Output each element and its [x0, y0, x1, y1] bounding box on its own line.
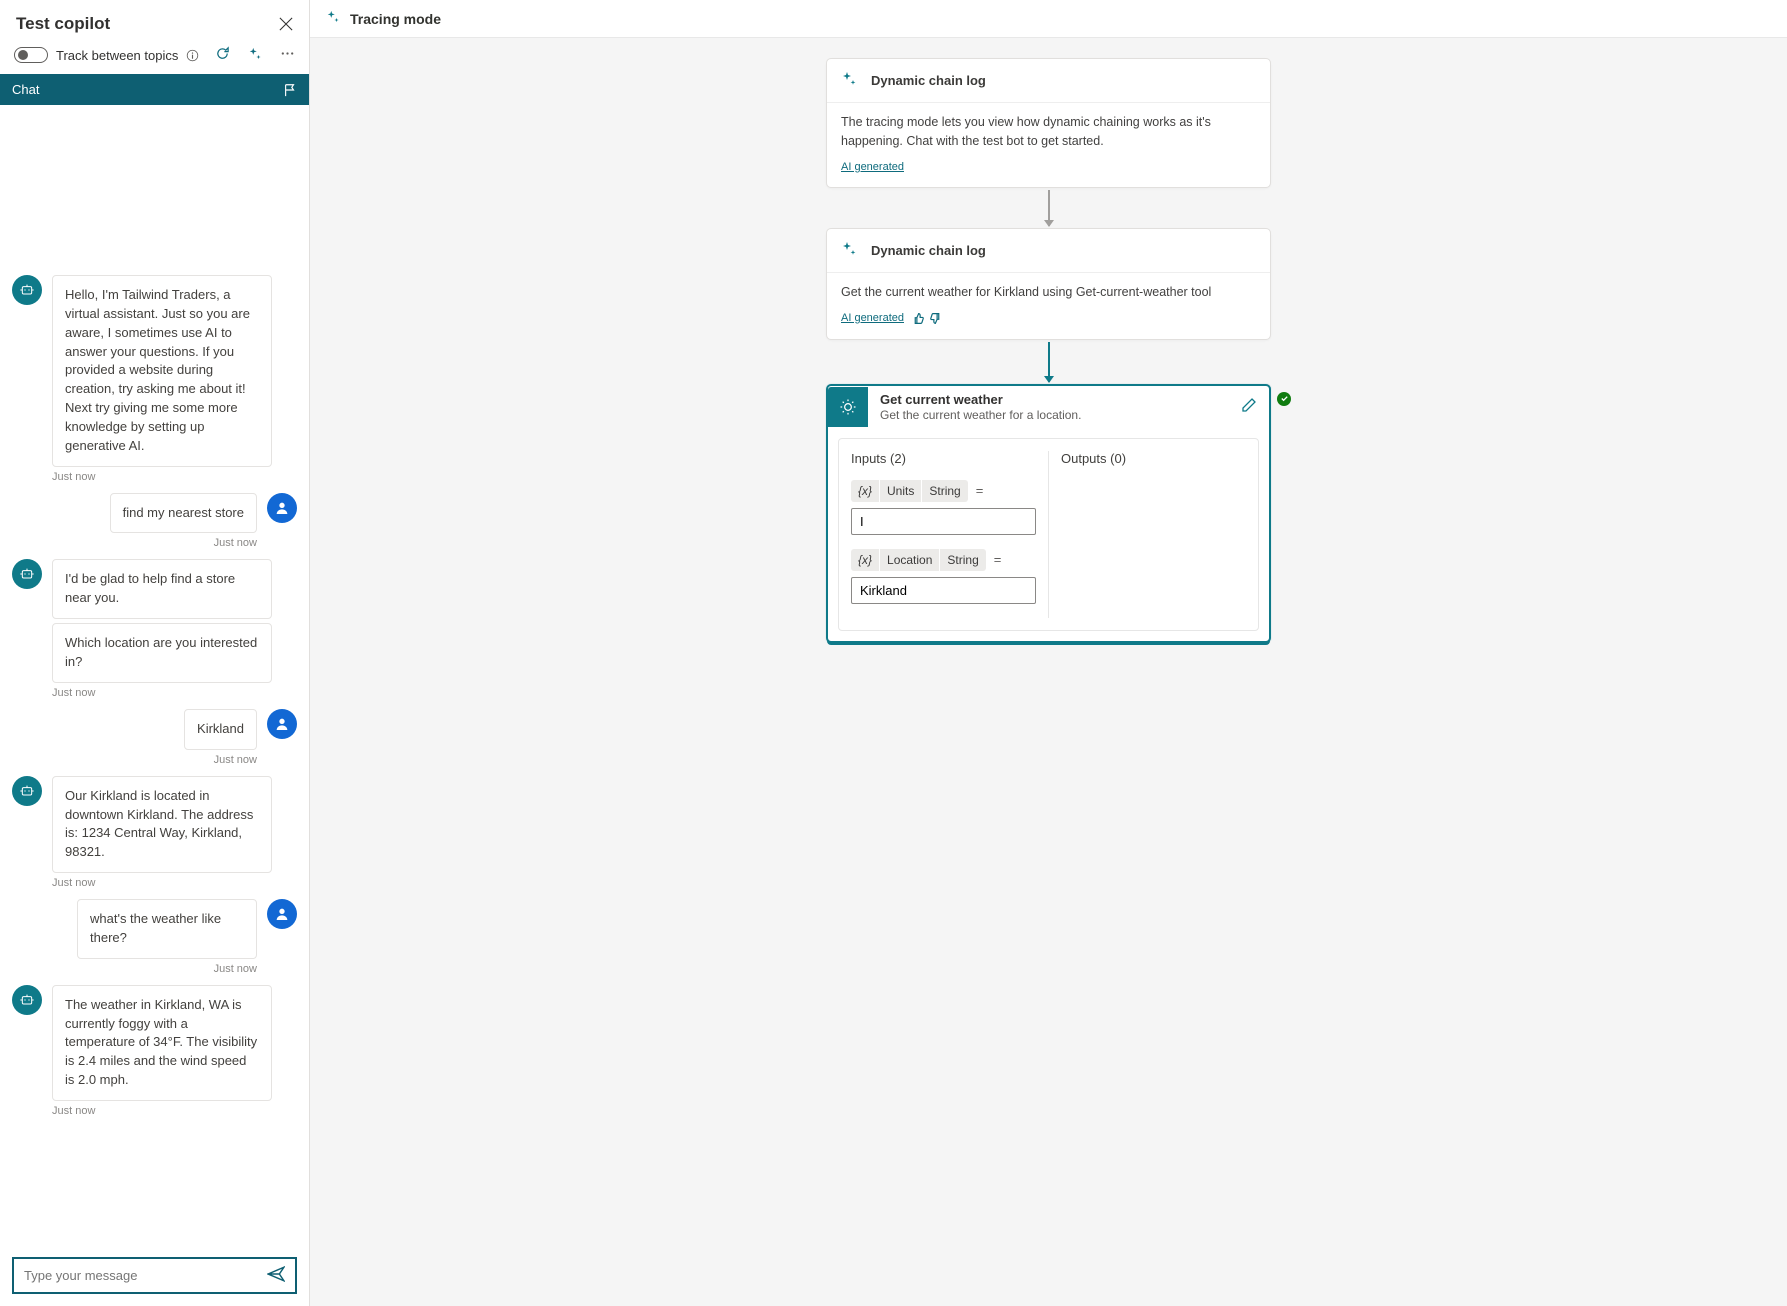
- tool-title: Get current weather: [880, 392, 1229, 407]
- chat-messages: Hello, I'm Tailwind Traders, a virtual a…: [12, 275, 297, 1127]
- info-icon[interactable]: [186, 49, 199, 62]
- bot-message: I'd be glad to help find a store near yo…: [52, 559, 272, 619]
- outputs-column: Outputs (0): [1061, 451, 1246, 618]
- bot-avatar-icon: [12, 559, 42, 589]
- param-var-icon: {x}: [851, 480, 880, 502]
- bot-message-row: The weather in Kirkland, WA is currently…: [12, 985, 297, 1101]
- user-message: what's the weather like there?: [77, 899, 257, 959]
- node-title: Dynamic chain log: [871, 243, 986, 258]
- user-avatar-icon: [267, 709, 297, 739]
- bot-message: Which location are you interested in?: [52, 623, 272, 683]
- check-badge-icon: [1277, 392, 1291, 406]
- outputs-label: Outputs (0): [1061, 451, 1246, 466]
- bot-message: Our Kirkland is located in downtown Kirk…: [52, 776, 272, 873]
- thumbs-down-icon[interactable]: [929, 312, 942, 325]
- sparkle-icon[interactable]: [248, 47, 262, 64]
- inputs-column: Inputs (2) {x}UnitsString={x}LocationStr…: [851, 451, 1036, 618]
- tracing-title: Tracing mode: [350, 11, 441, 27]
- track-topics-toggle[interactable]: [14, 47, 48, 63]
- ai-generated-link[interactable]: AI generated: [841, 159, 904, 176]
- sparkle-icon: [841, 241, 857, 260]
- sparkle-icon: [841, 71, 857, 90]
- user-avatar-icon: [267, 493, 297, 523]
- message-input[interactable]: [24, 1268, 267, 1283]
- user-message-row: find my nearest store: [12, 493, 297, 534]
- panel-title: Test copilot: [16, 14, 110, 34]
- chat-tab[interactable]: Chat: [0, 74, 309, 105]
- equals-icon: =: [976, 483, 984, 498]
- edit-icon[interactable]: [1241, 397, 1257, 416]
- user-message-row: Kirkland: [12, 709, 297, 750]
- bot-message-row: Our Kirkland is located in downtown Kirk…: [12, 776, 297, 873]
- close-icon[interactable]: [279, 17, 293, 31]
- user-message-row: what's the weather like there?: [12, 899, 297, 959]
- user-message: find my nearest store: [110, 493, 257, 534]
- timestamp: Just now: [12, 754, 257, 766]
- param-name: Location: [880, 549, 940, 571]
- param-value-input[interactable]: [851, 508, 1036, 535]
- bot-message: The weather in Kirkland, WA is currently…: [52, 985, 272, 1101]
- inputs-label: Inputs (2): [851, 451, 1036, 466]
- user-avatar-icon: [267, 899, 297, 929]
- bot-message-row: Which location are you interested in?: [12, 623, 297, 683]
- toggle-label: Track between topics: [56, 48, 178, 63]
- param-row: {x}LocationString =: [851, 549, 1036, 571]
- bot-avatar-icon: [12, 985, 42, 1015]
- node-dynamic-chain-2[interactable]: Dynamic chain log Get the current weathe…: [826, 228, 1271, 340]
- test-copilot-panel: Test copilot Track between topics Chat H…: [0, 0, 310, 1306]
- arrow-icon: [1048, 190, 1050, 226]
- timestamp: Just now: [52, 687, 297, 699]
- weather-icon: [828, 387, 868, 427]
- thumbs-up-icon[interactable]: [912, 312, 925, 325]
- param-row: {x}UnitsString =: [851, 480, 1036, 502]
- param-value-input[interactable]: [851, 577, 1036, 604]
- param-type: String: [940, 549, 985, 571]
- bot-message: Hello, I'm Tailwind Traders, a virtual a…: [52, 275, 272, 467]
- bot-message-row: I'd be glad to help find a store near yo…: [12, 559, 297, 619]
- bot-message-row: Hello, I'm Tailwind Traders, a virtual a…: [12, 275, 297, 467]
- more-icon[interactable]: [280, 46, 295, 64]
- node-dynamic-chain-1[interactable]: Dynamic chain log The tracing mode lets …: [826, 58, 1271, 188]
- bot-avatar-icon: [12, 776, 42, 806]
- node-title: Dynamic chain log: [871, 73, 986, 88]
- ai-generated-link[interactable]: AI generated: [841, 310, 904, 327]
- node-body-text: Get the current weather for Kirkland usi…: [841, 283, 1256, 302]
- tracing-panel: Tracing mode Dynamic chain log The traci…: [310, 0, 1787, 1306]
- param-type: String: [922, 480, 967, 502]
- refresh-icon[interactable]: [215, 46, 230, 64]
- param-var-icon: {x}: [851, 549, 880, 571]
- bot-avatar-icon: [12, 275, 42, 305]
- equals-icon: =: [994, 552, 1002, 567]
- tool-subtitle: Get the current weather for a location.: [880, 408, 1229, 422]
- timestamp: Just now: [52, 877, 297, 889]
- canvas[interactable]: Dynamic chain log The tracing mode lets …: [310, 38, 1787, 1306]
- user-message: Kirkland: [184, 709, 257, 750]
- flag-icon[interactable]: [283, 83, 297, 97]
- send-icon[interactable]: [267, 1265, 285, 1286]
- timestamp: Just now: [52, 471, 297, 483]
- param-name: Units: [880, 480, 922, 502]
- timestamp: Just now: [52, 1105, 297, 1117]
- timestamp: Just now: [12, 537, 257, 549]
- arrow-icon: [1048, 342, 1050, 382]
- node-body-text: The tracing mode lets you view how dynam…: [841, 113, 1256, 151]
- message-input-row: [12, 1257, 297, 1294]
- node-get-current-weather[interactable]: Get current weather Get the current weat…: [826, 384, 1271, 643]
- timestamp: Just now: [12, 963, 257, 975]
- chat-scroll[interactable]: Hello, I'm Tailwind Traders, a virtual a…: [0, 105, 309, 1253]
- sparkle-icon: [326, 10, 340, 27]
